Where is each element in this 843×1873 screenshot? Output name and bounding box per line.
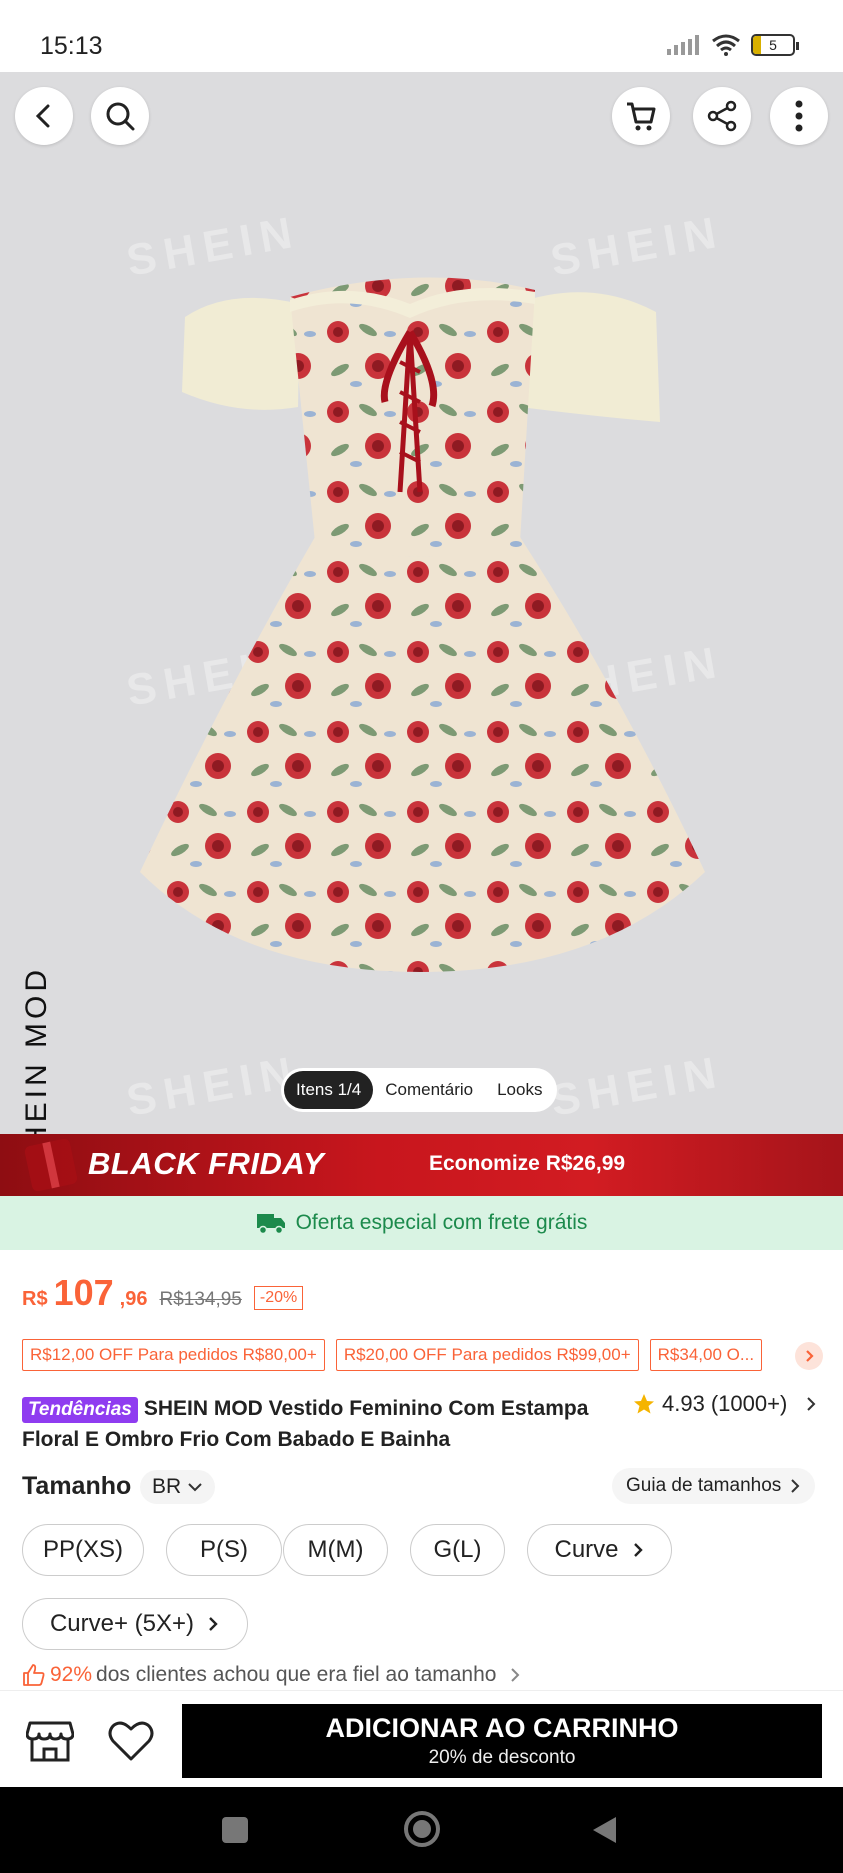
- home-icon: [413, 1820, 431, 1838]
- chevron-down-icon: [188, 1483, 202, 1492]
- shipping-text: Oferta especial com frete grátis: [295, 1211, 588, 1234]
- chevron-left-icon: [35, 104, 50, 128]
- fit-text: dos clientes achou que era fiel ao taman…: [96, 1663, 497, 1686]
- star-icon: [634, 1394, 654, 1414]
- chevron-right-icon: [633, 1543, 643, 1557]
- coupon-item[interactable]: R$34,00 O...: [649, 1339, 763, 1371]
- status-time: 15:13: [40, 32, 103, 60]
- price-currency: R$: [22, 1288, 48, 1310]
- free-shipping-banner: Oferta especial com frete grátis: [0, 1196, 843, 1250]
- size-option-label: G(L): [433, 1536, 482, 1563]
- recents-button[interactable]: [222, 1817, 248, 1843]
- original-price: R$134,95: [159, 1289, 242, 1310]
- size-label: Tamanho: [22, 1472, 132, 1500]
- fit-info[interactable]: 92% dos clientes achou que era fiel ao t…: [22, 1663, 522, 1687]
- banner-title: BLACK FRIDAY: [88, 1146, 325, 1181]
- back-nav-button[interactable]: [590, 1815, 618, 1845]
- size-option-label: PP(XS): [42, 1536, 123, 1563]
- size-option-label: Curve+ (5X+): [49, 1610, 195, 1637]
- trend-badge: Tendências: [22, 1397, 138, 1423]
- black-friday-banner[interactable]: BLACK FRIDAY Economize R$26,99: [0, 1134, 843, 1196]
- price-decimal: ,96: [119, 1288, 148, 1310]
- tab-comments[interactable]: Comentário: [373, 1071, 485, 1109]
- store-icon: [25, 1721, 75, 1762]
- price-row: R$ 107 ,96 R$134,95 -20%: [22, 1272, 304, 1314]
- size-option[interactable]: P(S): [166, 1524, 282, 1576]
- chevron-right-icon: [511, 1668, 520, 1682]
- tab-looks[interactable]: Looks: [485, 1071, 554, 1109]
- coupon-item[interactable]: R$20,00 OFF Para pedidos R$99,00+: [335, 1339, 639, 1371]
- more-vertical-icon: [795, 100, 803, 132]
- product-title: Tendências SHEIN MOD Vestido Feminino Com…: [22, 1393, 622, 1455]
- share-button[interactable]: [693, 87, 751, 145]
- size-region-value: BR: [152, 1475, 182, 1498]
- signal-icon: [667, 35, 699, 55]
- size-option-label: M(M): [307, 1536, 364, 1563]
- size-option-curve-plus[interactable]: Curve+ (5X+): [22, 1598, 248, 1650]
- more-options-button[interactable]: [770, 87, 828, 145]
- size-guide-label: Guia de tamanhos: [626, 1475, 782, 1496]
- coupons-more-button[interactable]: [795, 1342, 823, 1370]
- brand-logo: SHEIN MOD: [20, 965, 53, 1134]
- chevron-right-icon: [806, 1350, 814, 1362]
- price-integer: 107: [53, 1272, 114, 1313]
- size-option-label: P(S): [200, 1536, 248, 1563]
- chevron-right-icon: [807, 1397, 816, 1411]
- product-image-gallery[interactable]: SHEIN SHEIN SHEIN SHEIN SHEIN SHEIN SHEI…: [0, 72, 843, 1134]
- heart-icon: [108, 1721, 154, 1761]
- chevron-right-icon: [791, 1479, 800, 1493]
- chevron-right-icon: [209, 1617, 218, 1631]
- gift-icon: [23, 1137, 79, 1193]
- rating-value: 4.93: [662, 1391, 705, 1416]
- banner-savings: Economize R$26,99: [429, 1152, 626, 1175]
- tab-items[interactable]: Itens 1/4: [284, 1071, 374, 1109]
- coupon-list: R$12,00 OFF Para pedidos R$80,00+ R$20,0…: [22, 1339, 843, 1371]
- add-to-cart-button[interactable]: ADICIONAR AO CARRINHO 20% de desconto: [182, 1704, 822, 1778]
- product-image: [140, 277, 705, 972]
- discount-badge: -20%: [253, 1286, 304, 1310]
- wishlist-button[interactable]: [107, 1719, 155, 1768]
- size-option-curve[interactable]: Curve: [527, 1524, 672, 1576]
- size-option[interactable]: PP(XS): [22, 1524, 144, 1576]
- status-icons: 5: [667, 34, 799, 56]
- add-to-cart-label: ADICIONAR AO CARRINHO: [325, 1713, 679, 1743]
- home-button[interactable]: [404, 1811, 440, 1847]
- size-option-label: Curve: [554, 1536, 619, 1563]
- thumbs-up-icon: [23, 1664, 45, 1686]
- cart-icon: [627, 102, 656, 131]
- size-region-select[interactable]: BR: [140, 1470, 216, 1504]
- size-guide-button[interactable]: Guia de tamanhos: [612, 1468, 816, 1504]
- cart-button[interactable]: [612, 87, 670, 145]
- status-bar: 15:13 5: [0, 0, 843, 72]
- search-icon: [106, 102, 135, 131]
- size-option[interactable]: G(L): [410, 1524, 505, 1576]
- gallery-tabs: Itens 1/4 Comentário Looks: [281, 1068, 558, 1112]
- back-button[interactable]: [15, 87, 73, 145]
- truck-icon: [256, 1214, 285, 1235]
- battery-icon: 5: [751, 34, 799, 56]
- add-to-cart-sublabel: 20% de desconto: [428, 1747, 576, 1768]
- coupon-item[interactable]: R$12,00 OFF Para pedidos R$80,00+: [22, 1339, 325, 1371]
- rating[interactable]: 4.93 (1000+): [632, 1391, 819, 1417]
- share-icon: [707, 100, 737, 132]
- action-bar: ADICIONAR AO CARRINHO 20% de desconto: [0, 1690, 843, 1787]
- system-nav-bar: [0, 1787, 843, 1873]
- store-button[interactable]: [25, 1719, 75, 1768]
- review-count: (1000+): [710, 1391, 788, 1416]
- size-option[interactable]: M(M): [283, 1524, 388, 1576]
- fit-percent: 92%: [50, 1663, 93, 1686]
- search-button[interactable]: [91, 87, 149, 145]
- wifi-icon: [712, 34, 740, 56]
